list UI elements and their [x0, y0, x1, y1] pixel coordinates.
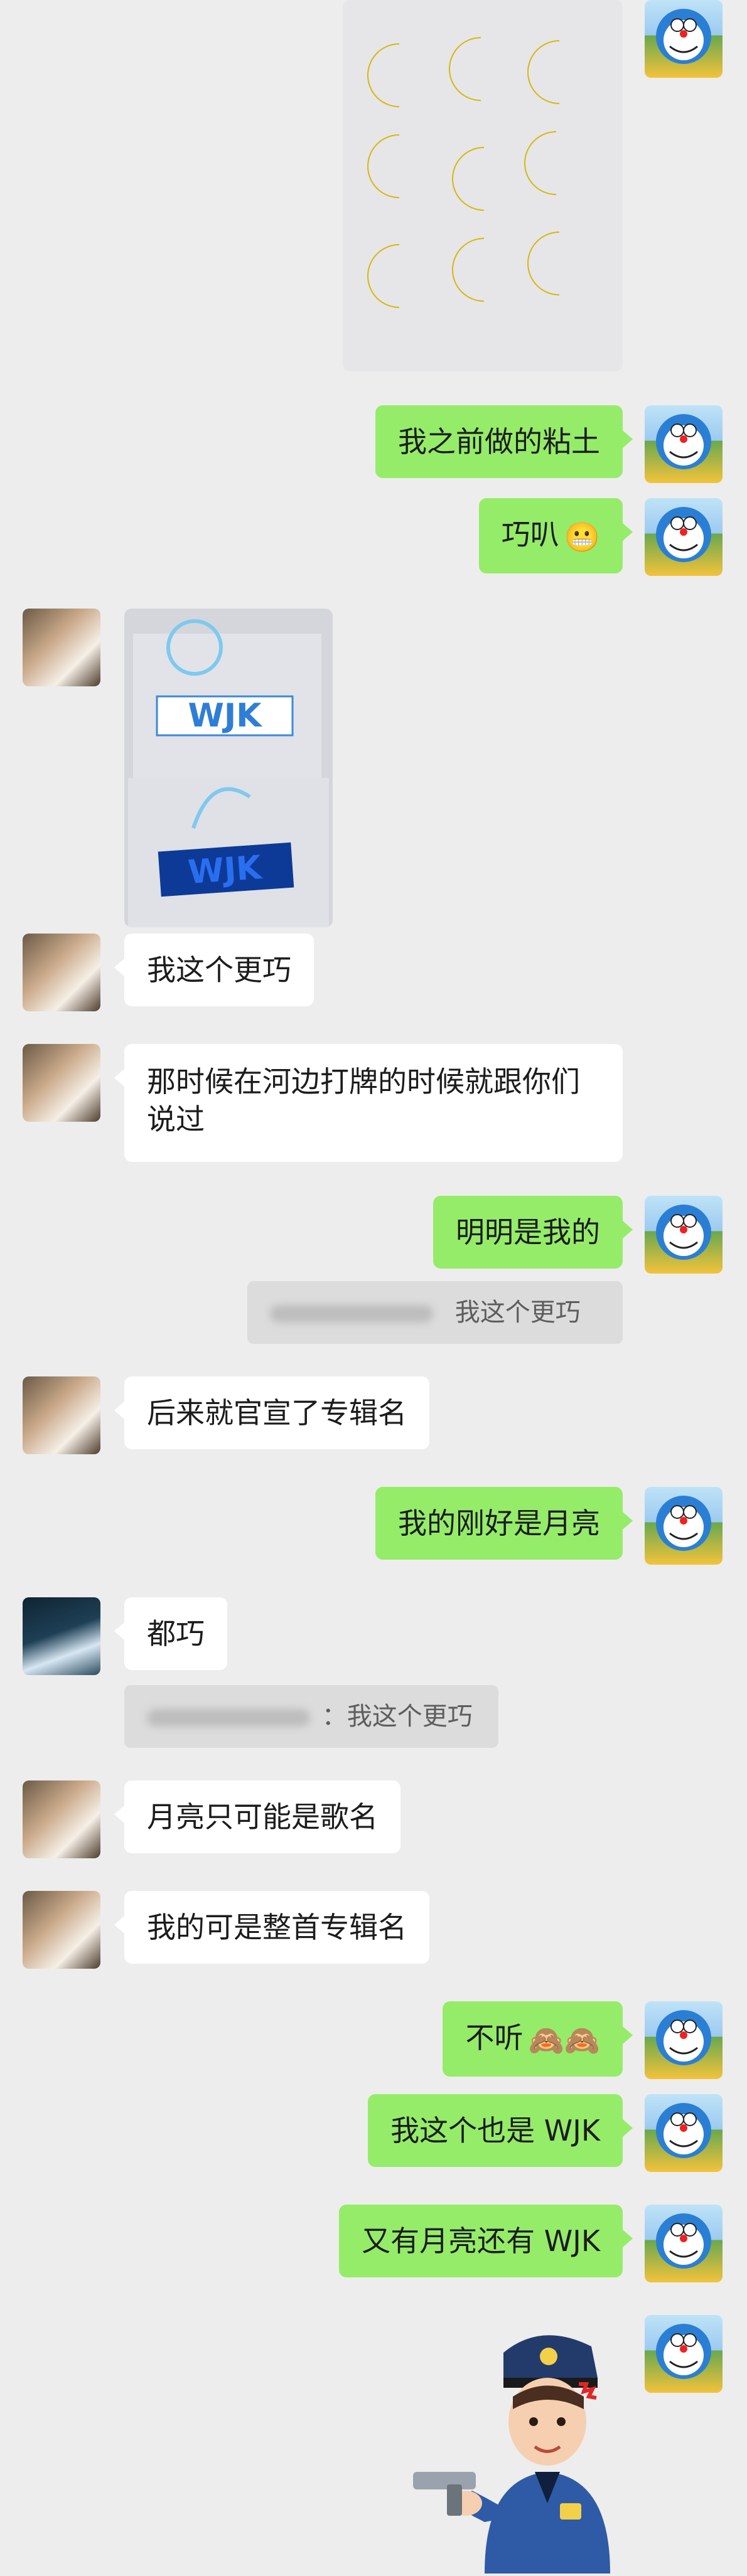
friend-avatar[interactable]	[23, 609, 100, 686]
doraemon-avatar-icon	[656, 1496, 711, 1551]
message-bubble-self[interactable]: 巧叭 😬	[478, 498, 633, 573]
message-bubble-other[interactable]: 后来就官宣了专辑名	[114, 1376, 429, 1449]
self-avatar[interactable]	[645, 2315, 723, 2393]
message-text: 月亮只可能是歌名	[147, 1800, 378, 1834]
quoted-reply[interactable]: 我这个更巧	[247, 1281, 623, 1344]
self-avatar[interactable]	[645, 1487, 723, 1565]
message-text: 我这个也是 WJK	[390, 2114, 600, 2148]
self-avatar[interactable]	[645, 2001, 723, 2079]
keychain-label-top: WJK	[188, 697, 263, 735]
message-bubble-self[interactable]: 明明是我的	[433, 1196, 633, 1269]
quoted-text: 我这个更巧	[454, 1298, 581, 1327]
message-bubble-other[interactable]: 那时候在河边打牌的时候就跟你们说过	[114, 1044, 623, 1162]
doraemon-avatar-icon	[656, 2213, 711, 2269]
doraemon-avatar-icon	[656, 2010, 711, 2065]
message-bubble-other[interactable]: 月亮只可能是歌名	[114, 1780, 400, 1853]
friend-avatar[interactable]	[23, 1780, 100, 1858]
keychain-image: WJK WJK	[124, 609, 333, 927]
self-avatar[interactable]	[645, 498, 723, 576]
see-no-evil-monkey-icon: 🙈🙈	[528, 2023, 600, 2057]
keychain-label-bottom: WJK	[187, 849, 264, 891]
self-avatar[interactable]	[645, 2094, 723, 2172]
doraemon-avatar-icon	[656, 2324, 711, 2379]
self-avatar[interactable]	[645, 405, 723, 483]
friend-avatar[interactable]	[23, 1891, 100, 1969]
friend-avatar[interactable]	[23, 934, 100, 1011]
friend-avatar[interactable]	[23, 1376, 100, 1454]
police-sticker-icon	[413, 2335, 610, 2573]
doraemon-avatar-icon	[656, 2103, 711, 2158]
grimace-emoji-icon: 😬	[564, 519, 600, 554]
self-avatar[interactable]	[645, 2205, 723, 2282]
message-bubble-other[interactable]: 都巧	[114, 1597, 227, 1670]
message-text: 我的可是整首专辑名	[147, 1910, 407, 1944]
message-text: 明明是我的	[456, 1215, 600, 1249]
clay-photo[interactable]	[343, 0, 623, 371]
message-text: 巧叭	[501, 518, 559, 551]
doraemon-avatar-icon	[656, 1205, 711, 1260]
message-bubble-self[interactable]: 我之前做的粘土	[375, 405, 633, 478]
message-text: 我之前做的粘土	[398, 425, 600, 459]
police-cartoon-sticker[interactable]	[409, 2315, 623, 2573]
message-text: 又有月亮还有 WJK	[362, 2224, 600, 2258]
keychain-photo[interactable]: WJK WJK	[124, 609, 333, 927]
message-bubble-self[interactable]: 我的刚好是月亮	[375, 1487, 633, 1560]
message-bubble-self[interactable]: 不听 🙈🙈	[443, 2001, 633, 2077]
message-text: 我这个更巧	[147, 953, 291, 987]
redacted-name	[270, 1305, 433, 1323]
clay-moons-image	[343, 0, 623, 371]
message-bubble-self[interactable]: 我这个也是 WJK	[368, 2094, 633, 2167]
doraemon-avatar-icon	[656, 414, 711, 469]
message-text: 后来就官宣了专辑名	[147, 1396, 407, 1430]
redacted-name	[147, 1709, 310, 1727]
friend-avatar-dark[interactable]	[23, 1597, 100, 1675]
message-bubble-self[interactable]: 又有月亮还有 WJK	[339, 2205, 633, 2277]
message-bubble-other[interactable]: 我这个更巧	[114, 934, 314, 1006]
doraemon-avatar-icon	[656, 9, 711, 64]
message-text: 不听	[465, 2021, 524, 2055]
self-avatar[interactable]	[645, 0, 723, 78]
quoted-text: ：我这个更巧	[321, 1702, 473, 1731]
self-avatar[interactable]	[645, 1196, 723, 1274]
message-text: 我的刚好是月亮	[398, 1506, 600, 1540]
message-text: 那时候在河边打牌的时候就跟你们说过	[147, 1065, 580, 1136]
quoted-reply[interactable]: ：我这个更巧	[124, 1685, 498, 1748]
message-bubble-other[interactable]: 我的可是整首专辑名	[114, 1891, 429, 1964]
doraemon-avatar-icon	[656, 507, 711, 562]
message-text: 都巧	[147, 1617, 205, 1651]
friend-avatar[interactable]	[23, 1044, 100, 1122]
